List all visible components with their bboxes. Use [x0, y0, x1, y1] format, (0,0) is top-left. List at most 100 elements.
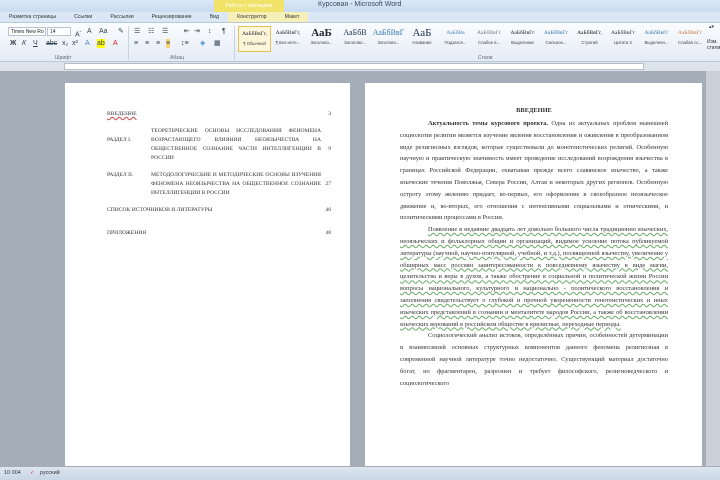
style-item[interactable]: АаБбВвГг Слабое в...	[473, 26, 506, 52]
clear-format-icon[interactable]: ✎	[118, 27, 124, 36]
toc-title: МЕТОДОЛОГИЧЕСКИЕ И МЕТОДИЧЕСКИЕ ОСНОВЫ И…	[151, 172, 321, 196]
decrease-indent-icon[interactable]: ⇤	[184, 27, 190, 36]
style-preview: АаБбВвГг	[544, 30, 568, 36]
increase-indent-icon[interactable]: ⇥	[194, 27, 200, 36]
tab-references[interactable]: Ссылки	[65, 12, 101, 22]
toc-page: 27	[325, 181, 331, 187]
horizontal-ruler[interactable]	[0, 62, 720, 71]
borders-icon[interactable]: ▦	[214, 39, 221, 48]
shrink-font-icon[interactable]: A	[87, 27, 92, 36]
bullets-icon[interactable]: ☰	[134, 27, 140, 36]
strikethrough-icon[interactable]: abc	[46, 39, 57, 48]
change-case-icon[interactable]: Aa	[99, 27, 108, 36]
toc-page: 46	[325, 207, 331, 213]
toc-page: 48	[325, 230, 331, 236]
align-right-icon[interactable]: ≡	[156, 39, 160, 48]
style-item[interactable]: АаБбВв Подзагол...	[439, 26, 472, 52]
styles-scroll-icon[interactable]: ▴▾	[709, 24, 714, 30]
window-title: Курсовая - Microsoft Word	[318, 1, 402, 8]
toc-label: РАЗДЕЛ II.	[107, 172, 134, 178]
page-contents: ВВЕДЕНИЕ 3 РАЗДЕЛ I. ТЕОРЕТИЧЕСКИЕ ОСНОВЫ …	[65, 83, 350, 466]
tab-page-layout[interactable]: Разметка страницы	[0, 12, 65, 22]
proofing-icon[interactable]: ✓	[30, 467, 35, 480]
shading-icon[interactable]: ◈	[200, 39, 205, 48]
style-name: Заголово...	[344, 40, 366, 45]
word-count[interactable]: 10 004	[4, 467, 21, 480]
style-preview: АаБ	[412, 27, 432, 39]
style-name: Выделенн...	[644, 40, 669, 45]
align-center-icon[interactable]: ≡	[145, 39, 149, 48]
toc-row: РАЗДЕЛ I. ТЕОРЕТИЧЕСКИЕ ОСНОВЫ ИССЛЕДОВАН…	[107, 127, 331, 171]
justify-icon[interactable]: ≡	[166, 39, 171, 48]
italic-icon[interactable]: К	[22, 39, 26, 48]
table-of-contents[interactable]: ВВЕДЕНИЕ 3 РАЗДЕЛ I. ТЕОРЕТИЧЕСКИЕ ОСНОВЫ …	[107, 110, 331, 238]
toc-label: ВВЕДЕНИЕ	[107, 111, 137, 117]
style-preview: АаБбВвГ	[372, 28, 405, 37]
divider	[128, 26, 129, 60]
style-name: Слабая сс...	[677, 40, 703, 45]
intro-paragraph: Появление в недавние двадцать лет доволь…	[400, 226, 668, 328]
style-item[interactable]: АаБбВвГг, Строгий	[573, 26, 606, 52]
toc-row: РАЗДЕЛ II. МЕТОДОЛОГИЧЕСКИЕ И МЕТОДИЧЕСКИ…	[107, 171, 331, 206]
page-body[interactable]: ВВЕДЕНИЕ Актуальность темы курсового про…	[400, 105, 668, 389]
tab-mailings[interactable]: Рассылки	[101, 12, 142, 22]
context-tab-group: Работа с таблицами	[214, 0, 284, 12]
numbering-icon[interactable]: ☷	[148, 27, 154, 36]
superscript-icon[interactable]: x²	[72, 39, 78, 48]
intro-heading: ВВЕДЕНИЕ	[516, 107, 552, 114]
style-name: Слабое в...	[477, 40, 501, 45]
font-group-label: Шрифт	[55, 55, 72, 61]
style-preview: АаБбВвГг	[678, 30, 702, 36]
page-introduction: ВВЕДЕНИЕ Актуальность темы курсового про…	[365, 83, 702, 466]
underline-icon[interactable]: Ч	[33, 39, 38, 48]
tab-review[interactable]: Рецензирование	[143, 12, 201, 22]
toc-page: 9	[328, 146, 331, 152]
style-item[interactable]: АаБбВвГ Заголово...	[372, 26, 405, 52]
style-preview: АаБбВв	[446, 30, 465, 36]
style-preview: АаБбВ	[343, 28, 367, 37]
style-name: Заголово...	[377, 40, 400, 45]
text-effects-icon[interactable]: A	[85, 39, 90, 48]
tab-view[interactable]: Вид	[201, 12, 228, 22]
status-bar: 10 004 ✓ русский	[0, 466, 720, 480]
style-item[interactable]: АаБбВвГг, ¶ Обычный	[238, 26, 271, 52]
style-item[interactable]: АаБбВвГг Выделенн...	[640, 26, 673, 52]
highlight-icon[interactable]: ab	[97, 39, 105, 48]
style-name: Подзагол...	[444, 40, 467, 45]
intro-paragraph: Социологический анализ истоков, определё…	[400, 332, 668, 387]
intro-text: Одна из актуальных проблем нынешней соци…	[400, 120, 668, 222]
grow-font-icon[interactable]: A^	[75, 27, 82, 39]
style-item[interactable]: АаБбВвГг Выделение	[506, 26, 539, 52]
change-styles-button[interactable]: Изм. стили	[707, 39, 720, 51]
bold-icon[interactable]: Ж	[10, 39, 16, 48]
intro-paragraph: Актуальность темы курсового проекта. Одн…	[400, 118, 668, 224]
style-item[interactable]: АаБ Название	[406, 26, 439, 52]
tab-layout[interactable]: Макет	[275, 12, 309, 22]
align-left-icon[interactable]: ≡	[134, 39, 138, 48]
style-item[interactable]: АаБбВвГг Сильное...	[540, 26, 573, 52]
toc-title: ТЕОРЕТИЧЕСКИЕ ОСНОВЫ ИССЛЕДОВАНИЯ ФЕНОМЕ…	[151, 128, 321, 161]
style-item[interactable]: АаБбВ Заголово...	[339, 26, 372, 52]
language-indicator[interactable]: русский	[40, 467, 60, 480]
font-name-select[interactable]: Times New Ro	[8, 27, 46, 36]
style-item[interactable]: АаБбВвГг Цитата 2	[607, 26, 640, 52]
title-bar: Работа с таблицами Курсовая - Microsoft …	[0, 0, 720, 12]
toc-row: СПИСОК ИСТОЧНИКОВ И ЛИТЕРАТУРЫ 46	[107, 206, 331, 229]
line-spacing-icon[interactable]: ↕≡	[181, 39, 189, 48]
subscript-icon[interactable]: x₂	[62, 39, 68, 48]
sort-icon[interactable]: ↕	[208, 27, 212, 36]
style-item[interactable]: АаБ Заголово...	[305, 26, 338, 52]
style-item[interactable]: АаБбВвГг Слабая сс...	[674, 26, 707, 52]
vertical-scrollbar[interactable]	[706, 71, 720, 466]
font-size-select[interactable]: 14	[47, 27, 71, 36]
divider	[234, 26, 235, 60]
tab-design[interactable]: Конструктор	[228, 12, 276, 22]
multilevel-list-icon[interactable]: ☰	[162, 27, 168, 36]
show-marks-icon[interactable]: ¶	[222, 27, 226, 36]
style-name: ¶ Обычный	[243, 41, 266, 46]
font-color-icon[interactable]: A	[113, 39, 118, 48]
style-item[interactable]: АаБбВвГг, ¶ Без инте...	[272, 26, 305, 52]
style-preview: АаБбВвГг,	[275, 30, 301, 36]
style-preview: АаБбВвГг	[611, 30, 635, 36]
style-preview: АаБбВвГг,	[577, 30, 602, 36]
